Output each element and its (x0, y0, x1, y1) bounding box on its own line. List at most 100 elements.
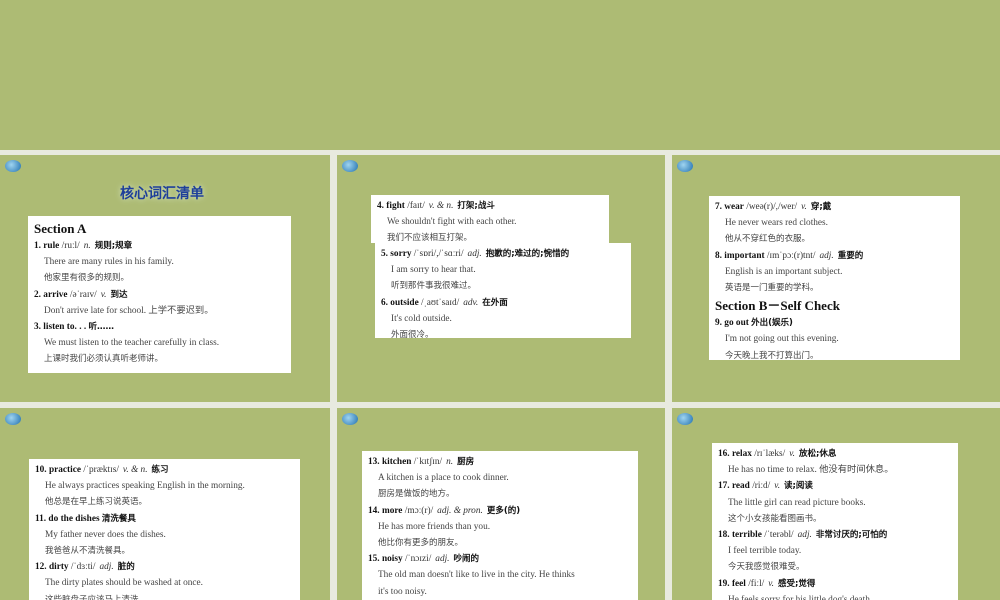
example-sentence: He has no time to relax. 他没有时间休息。 (728, 465, 894, 476)
vocab-entry-head: 6. outside /ˌaʊtˈsaɪd/adv. 在外面 (381, 295, 625, 311)
slide-thumbnail[interactable]: 核心词汇清单 Section A 1. rule /ruːl/n. 规则;规章 Ther… (0, 155, 330, 402)
translation: 英语是一门重要的学科。 (725, 283, 819, 294)
example-sentence: A kitchen is a place to cook dinner. (378, 473, 509, 484)
example-sentence: it's too noisy. (378, 586, 427, 597)
vocab-entry-head: 1. rule /ruːl/n. 规则;规章 (34, 238, 285, 254)
part-of-speech: v. (801, 202, 807, 212)
translation: 他从不穿红色的衣服。 (725, 234, 811, 245)
vocab-entry-head: 12. dirty /ˈdɜːti/adj. 脏的 (35, 559, 294, 575)
meaning: 重要的 (837, 250, 864, 261)
example-sentence: He has more friends than you. (378, 521, 491, 532)
phonetic: /ruːl/ (61, 241, 80, 251)
phonetic: /ˈterəbl/ (764, 530, 794, 541)
meaning: 更多(的) (486, 505, 521, 516)
slide-thumbnail[interactable]: 16. relax /rɪˈlæks/v. 放松;休息 He has no time… (672, 408, 1000, 600)
meaning: 放松;休息 (799, 449, 837, 459)
meaning: 外出(娱乐) (751, 318, 793, 329)
vocab-entry-head: 19. feel /fiːl/v. 感受;觉得 (718, 576, 952, 592)
headword: 3. listen to. . . (34, 322, 87, 333)
vocab-box: 4. fight /faɪt/v. & n. 打架;战斗 We shouldn't … (371, 195, 609, 243)
part-of-speech: v. & n. (122, 465, 148, 475)
example-sentence: My father never does the dishes. (45, 529, 166, 540)
headword: 12. dirty (35, 562, 69, 573)
slide-title: 核心词汇清单 (120, 186, 204, 202)
part-of-speech: adj. (467, 249, 482, 259)
translation: 今天我感觉很难受。 (728, 562, 805, 573)
example-sentence: The old man doesn't like to live in the … (378, 570, 575, 581)
phonetic: /weə(r)/,/wer/ (746, 202, 798, 212)
part-of-speech: v. (100, 289, 107, 300)
vocab-entry-head: 16. relax /rɪˈlæks/v. 放松;休息 (718, 446, 952, 462)
example-sentence: He feels sorry for his little dog's deat… (728, 594, 873, 600)
translation: 他家里有很多的规则。 (44, 273, 130, 284)
meaning: 听…… (88, 322, 115, 333)
vocab-entry-head: 15. noisy /ˈnɔɪzi/adj. 吵闹的 (368, 551, 632, 567)
translation: 今天晚上我不打算出门。 (725, 350, 819, 361)
logo-icon (342, 160, 358, 172)
slide-thumbnail[interactable]: 7. wear /weə(r)/,/wer/v. 穿;戴 He never wear… (672, 155, 1000, 402)
headword: 15. noisy (368, 554, 403, 565)
headword: 4. fight (377, 201, 405, 211)
phonetic: /ˈnɔɪzi/ (404, 554, 432, 565)
part-of-speech: adj. (819, 250, 834, 261)
current-slide-view[interactable] (0, 0, 1000, 150)
headword: 8. important (715, 250, 765, 261)
phonetic: /rɪˈlæks/ (754, 449, 786, 459)
part-of-speech: v. (768, 578, 774, 589)
vocab-entry-head: 4. fight /faɪt/v. & n. 打架;战斗 (377, 198, 603, 214)
meaning: 规则;规章 (94, 241, 133, 251)
logo-icon (342, 413, 358, 425)
slide-thumbnail[interactable]: 4. fight /faɪt/v. & n. 打架;战斗 We shouldn't … (337, 155, 665, 402)
part-of-speech: n. (446, 457, 454, 467)
logo-icon (5, 413, 21, 425)
example-sentence: English is an important subject. (725, 266, 843, 277)
headword: 19. feel (718, 578, 746, 589)
vocab-box: 7. wear /weə(r)/,/wer/v. 穿;戴 He never wear… (709, 196, 960, 361)
phonetic: /ɪmˈpɔː(r)tnt/ (766, 250, 816, 261)
slide-thumbnail[interactable]: 10. practice /ˈpræktɪs/v. & n. 练习 He alway… (0, 408, 330, 600)
translation: 这些脏盘子应该马上清洗。 (45, 594, 148, 600)
translation: 这个小女孩能看图画书。 (728, 513, 822, 524)
logo-icon (677, 160, 693, 172)
section-heading: Section B－Self Check (715, 298, 840, 314)
headword: 16. relax (718, 449, 752, 459)
logo-icon (5, 160, 21, 172)
meaning: 非常讨厌的;可怕的 (815, 530, 888, 541)
part-of-speech: adv. (463, 297, 479, 308)
part-of-speech: adj. (797, 530, 812, 541)
vocab-entry-head: 3. listen to. . . 听…… (34, 319, 285, 335)
slide-thumbnail[interactable]: 13. kitchen /ˈkɪtʃɪn/n. 厨房 A kitchen is a … (337, 408, 665, 600)
vocab-entry-head: 9. go out 外出(娱乐) (715, 315, 954, 331)
headword: 11. do the dishes (35, 513, 100, 524)
phonetic: /mɔː(r)/ (404, 505, 434, 516)
example-sentence: The little girl can read picture books. (728, 497, 866, 508)
example-sentence: I feel terrible today. (728, 546, 802, 557)
meaning: 读;阅读 (784, 481, 813, 492)
phonetic: /ˌaʊtˈsaɪd/ (421, 297, 460, 308)
headword: 14. more (368, 505, 403, 516)
example-sentence: He never wears red clothes. (725, 218, 828, 229)
translation: 外面很冷。 (391, 330, 434, 341)
part-of-speech: v. (774, 481, 781, 492)
translation: 上课时我们必须认真听老师讲。 (44, 354, 164, 365)
vocab-box: Section A 1. rule /ruːl/n. 规则;规章 There are … (28, 216, 291, 373)
headword: 13. kitchen (368, 457, 412, 467)
example-sentence: We must listen to the teacher carefully … (44, 338, 220, 349)
meaning: 练习 (151, 465, 169, 475)
part-of-speech: v. & n. (428, 201, 454, 211)
meaning: 吵闹的 (453, 554, 480, 565)
vocab-entry-head: 5. sorry /ˈsɒri/,/ˈsɑːri/adj. 抱歉的;难过的;惋惜的 (381, 246, 625, 262)
meaning: 穿;戴 (810, 202, 832, 212)
headword: 18. terrible (718, 530, 762, 541)
headword: 17. read (718, 481, 750, 492)
meaning: 在外面 (482, 297, 508, 308)
vocab-entry-head: 18. terrible /ˈterəbl/adj. 非常讨厌的;可怕的 (718, 527, 952, 543)
example-sentence: I am sorry to hear that. (391, 265, 476, 276)
vocab-box: 16. relax /rɪˈlæks/v. 放松;休息 He has no time… (712, 443, 958, 600)
phonetic: /ˈpræktɪs/ (83, 465, 119, 475)
headword: 10. practice (35, 465, 81, 475)
meaning: 到达 (110, 289, 128, 300)
phonetic: /faɪt/ (407, 201, 425, 211)
phonetic: /fiːl/ (748, 578, 765, 589)
example-sentence: It's cold outside. (391, 313, 452, 324)
